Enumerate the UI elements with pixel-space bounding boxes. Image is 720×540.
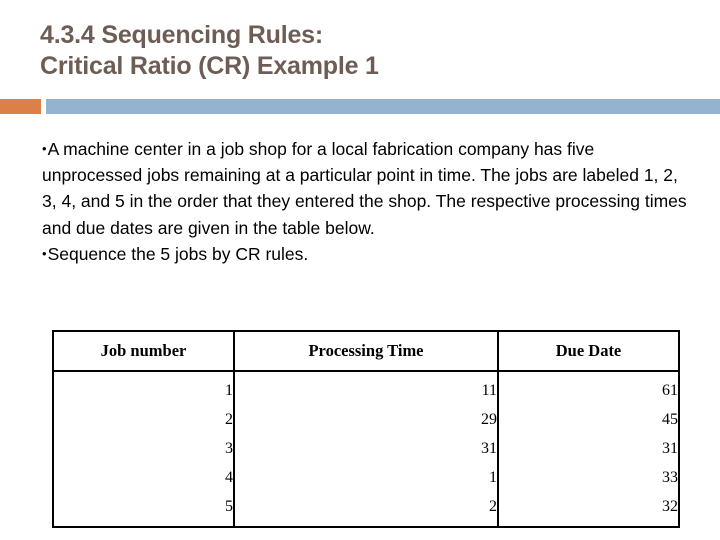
table-row: 3 31 31 (52, 434, 680, 463)
cell-job-number: 1 (52, 370, 235, 405)
bullet-paragraph-2-text: Sequence the 5 jobs by CR rules. (47, 243, 309, 264)
body-content: •A machine center in a job shop for a lo… (42, 136, 692, 267)
jobs-table-head: Job number Processing Time Due Date (52, 330, 680, 372)
cell-job-number: 4 (52, 463, 235, 492)
title-divider (0, 99, 720, 114)
column-header-due-date: Due Date (497, 330, 680, 372)
table-row: 4 1 33 (52, 463, 680, 492)
bullet-paragraph-1-text: A machine center in a job shop for a loc… (42, 139, 687, 238)
table-row: 2 29 45 (52, 405, 680, 434)
column-header-job-number: Job number (52, 330, 235, 372)
accent-bar (0, 99, 41, 114)
page-title: 4.3.4 Sequencing Rules: Critical Ratio (… (40, 20, 680, 82)
cell-job-number: 5 (52, 492, 235, 528)
cell-due-date: 31 (497, 434, 680, 463)
cell-processing-time: 31 (233, 434, 499, 463)
cell-processing-time: 11 (233, 370, 499, 405)
divider-bar (46, 99, 720, 114)
cell-processing-time: 2 (233, 492, 499, 528)
bullet-icon: • (42, 245, 47, 261)
page-title-line-1: 4.3.4 Sequencing Rules: (40, 21, 323, 49)
table-row: 1 11 61 (52, 370, 680, 405)
table-row: 5 2 32 (52, 492, 680, 528)
cell-due-date: 45 (497, 405, 680, 434)
cell-due-date: 61 (497, 370, 680, 405)
jobs-table: Job number Processing Time Due Date 1 11… (52, 330, 680, 528)
cell-processing-time: 29 (233, 405, 499, 434)
bullet-paragraph-1: •A machine center in a job shop for a lo… (42, 136, 692, 241)
cell-due-date: 32 (497, 492, 680, 528)
column-header-processing-time: Processing Time (233, 330, 499, 372)
cell-due-date: 33 (497, 463, 680, 492)
bullet-paragraph-2: •Sequence the 5 jobs by CR rules. (42, 241, 692, 267)
jobs-table-body: 1 11 61 2 29 45 3 31 31 4 1 33 5 2 32 (52, 370, 680, 528)
cell-processing-time: 1 (233, 463, 499, 492)
cell-job-number: 3 (52, 434, 235, 463)
cell-job-number: 2 (52, 405, 235, 434)
jobs-table-container: Job number Processing Time Due Date 1 11… (52, 330, 680, 528)
table-header-row: Job number Processing Time Due Date (52, 330, 680, 372)
page-title-line-2: Critical Ratio (CR) Example 1 (40, 52, 379, 80)
bullet-icon: • (42, 141, 47, 156)
